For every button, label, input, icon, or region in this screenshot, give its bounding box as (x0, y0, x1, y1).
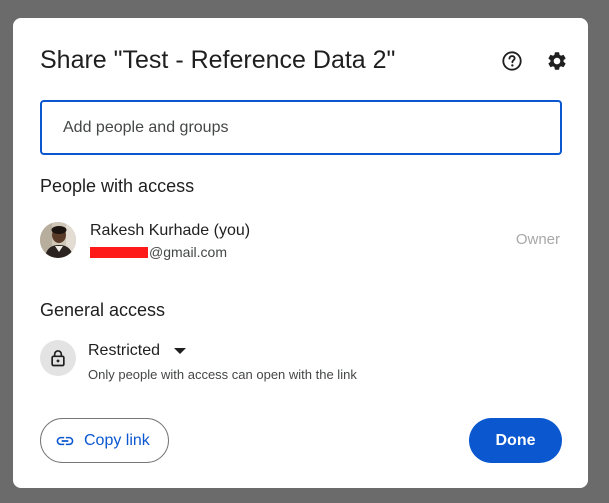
help-circle-icon[interactable] (500, 49, 524, 73)
person-row: Rakesh Kurhade (you) @gmail.com Owner (40, 218, 562, 268)
person-name: Rakesh Kurhade (you) (90, 222, 251, 239)
done-label: Done (495, 431, 536, 449)
copy-link-label: Copy link (84, 431, 150, 449)
access-level-dropdown[interactable]: Restricted (88, 340, 187, 362)
avatar (40, 222, 76, 258)
dialog-title: Share "Test - Reference Data 2" (40, 46, 396, 74)
general-access-row: Restricted Only people with access can o… (40, 340, 562, 384)
general-access-heading: General access (40, 300, 166, 320)
email-suffix: @gmail.com (149, 244, 228, 260)
person-email: @gmail.com (90, 244, 227, 260)
lock-icon (40, 340, 76, 376)
share-dialog: Share "Test - Reference Data 2" People w… (13, 18, 588, 488)
role-label: Owner (515, 231, 560, 248)
gear-icon[interactable] (545, 49, 569, 73)
access-level-value: Restricted (88, 342, 161, 359)
add-people-field[interactable] (40, 100, 562, 155)
redaction-mark (90, 246, 148, 258)
link-icon (55, 431, 75, 451)
add-people-input[interactable] (63, 102, 543, 153)
access-description: Only people with access can open with th… (88, 367, 357, 382)
caret-down-icon (174, 348, 187, 354)
people-with-access-heading: People with access (40, 176, 195, 196)
copy-link-button[interactable]: Copy link (40, 418, 169, 463)
done-button[interactable]: Done (469, 418, 562, 463)
